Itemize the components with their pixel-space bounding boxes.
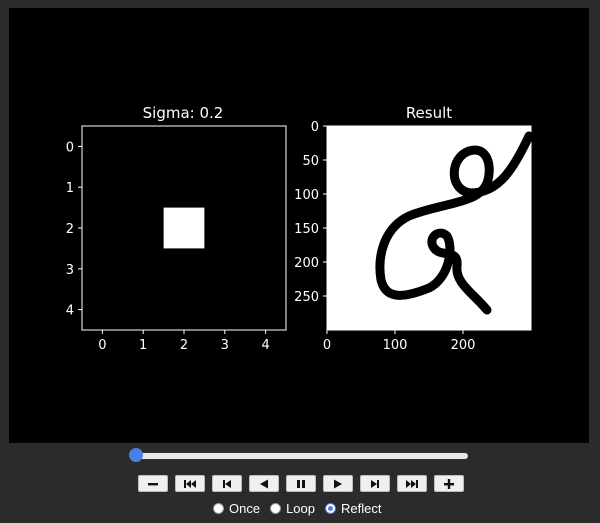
left-x-tick-label: 4 bbox=[261, 338, 269, 353]
left-y-tick-label: 4 bbox=[66, 304, 74, 319]
mode-option-loop[interactable]: Loop bbox=[270, 501, 315, 516]
right-x-tick-label: 200 bbox=[451, 338, 476, 353]
animation-controls: Once Loop Reflect bbox=[0, 443, 600, 523]
radio-once[interactable] bbox=[213, 503, 224, 514]
slower-button[interactable] bbox=[138, 475, 168, 492]
first-frame-button[interactable] bbox=[175, 475, 205, 492]
right-y-tick-label: 100 bbox=[294, 188, 319, 203]
minus-icon bbox=[148, 482, 158, 485]
frame-slider-track[interactable] bbox=[136, 453, 468, 459]
last-frame-button[interactable] bbox=[397, 475, 427, 492]
right-x-tick-label: 100 bbox=[383, 338, 408, 353]
skip-to-start-icon bbox=[184, 479, 196, 488]
pause-button[interactable] bbox=[286, 475, 316, 492]
play-reverse-icon bbox=[260, 479, 268, 488]
loop-mode-selector: Once Loop Reflect bbox=[213, 501, 381, 516]
result-image bbox=[326, 125, 532, 331]
left-y-tick-label: 0 bbox=[66, 140, 74, 155]
right-y-tick-label: 50 bbox=[302, 154, 319, 169]
right-panel-title: Result bbox=[406, 104, 452, 122]
step-back-icon bbox=[223, 479, 231, 488]
right-y-tick-label: 150 bbox=[294, 222, 319, 237]
mode-option-once[interactable]: Once bbox=[213, 501, 260, 516]
right-x-tick-label: 0 bbox=[323, 338, 331, 353]
right-y-tick-label: 250 bbox=[294, 290, 319, 305]
previous-frame-button[interactable] bbox=[212, 475, 242, 492]
step-forward-icon bbox=[371, 479, 379, 488]
play-reverse-button[interactable] bbox=[249, 475, 279, 492]
next-frame-button[interactable] bbox=[360, 475, 390, 492]
frame-slider-thumb[interactable] bbox=[129, 448, 143, 462]
playback-buttons bbox=[138, 475, 464, 493]
mode-option-reflect[interactable]: Reflect bbox=[325, 501, 381, 516]
mode-label-once: Once bbox=[229, 501, 261, 516]
figure-canvas: Sigma: 0.2 0 1 2 3 4 0 1 2 3 4 Result 0 100 200 0 50 1… bbox=[66, 104, 534, 353]
mode-label-reflect: Reflect bbox=[341, 501, 382, 516]
left-panel-title: Sigma: 0.2 bbox=[143, 104, 224, 122]
right-y-tick-label: 0 bbox=[311, 120, 319, 135]
left-x-tick-label: 1 bbox=[139, 338, 147, 353]
skip-to-end-icon bbox=[406, 479, 418, 488]
kernel-bright-cell bbox=[163, 207, 205, 249]
left-y-tick-label: 1 bbox=[66, 181, 74, 196]
matplotlib-figure: Sigma: 0.2 0 1 2 3 4 0 1 2 3 4 Result 0 100 200 0 50 1… bbox=[9, 8, 589, 443]
right-y-tick-label: 200 bbox=[294, 256, 319, 271]
left-x-tick-label: 3 bbox=[221, 338, 229, 353]
mode-label-loop: Loop bbox=[286, 501, 315, 516]
radio-loop[interactable] bbox=[270, 503, 282, 514]
faster-button[interactable] bbox=[434, 475, 464, 492]
left-y-tick-label: 3 bbox=[66, 263, 74, 278]
play-icon bbox=[334, 479, 342, 488]
radio-reflect[interactable] bbox=[325, 503, 336, 514]
left-y-tick-label: 2 bbox=[66, 222, 74, 237]
plus-icon bbox=[444, 478, 454, 489]
left-x-tick-label: 2 bbox=[180, 338, 188, 353]
left-x-tick-label: 0 bbox=[98, 338, 106, 353]
pause-icon bbox=[297, 479, 305, 488]
play-button[interactable] bbox=[323, 475, 353, 492]
